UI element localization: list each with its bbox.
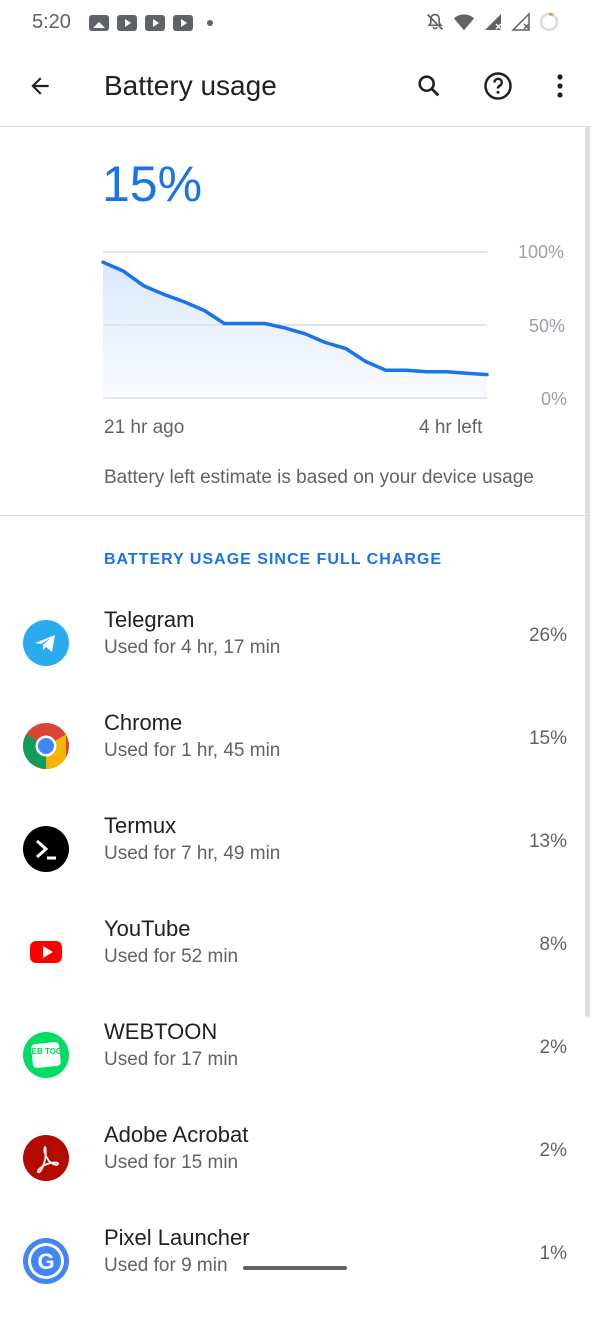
youtube-notification-icon xyxy=(173,15,193,31)
image-notification-icon xyxy=(89,15,109,31)
app-usage: Used for 9 min xyxy=(104,1255,228,1276)
status-time: 5:20 xyxy=(32,11,71,33)
app-usage: Used for 15 min xyxy=(104,1152,239,1173)
app-percent: 13% xyxy=(528,831,567,852)
app-usage: Used for 17 min xyxy=(104,1049,239,1070)
status-bar: 5:20 xyxy=(0,0,591,46)
battery-chart: 100% 50% 0% 21 hr ago 4 hr left xyxy=(0,236,591,438)
battery-estimate-text: Battery left estimate is based on your d… xyxy=(104,467,534,488)
more-vert-icon xyxy=(557,74,563,98)
chrome-icon xyxy=(23,723,69,769)
app-usage: Used for 52 min xyxy=(104,946,239,967)
app-bar: Battery usage xyxy=(0,46,591,127)
app-percent: 26% xyxy=(528,625,567,646)
scrollbar[interactable] xyxy=(585,127,590,1017)
page-title: Battery usage xyxy=(104,70,277,101)
signal-icon xyxy=(485,14,502,30)
help-button[interactable] xyxy=(478,66,518,106)
x-label-end: 4 hr left xyxy=(419,417,483,438)
back-button[interactable] xyxy=(20,66,60,106)
silent-bell-icon xyxy=(426,13,444,31)
telegram-icon xyxy=(23,620,69,666)
app-name: Pixel Launcher xyxy=(104,1225,250,1250)
section-header: BATTERY USAGE SINCE FULL CHARGE xyxy=(104,551,442,568)
app-name: WEBTOON xyxy=(104,1019,218,1044)
y-label-100: 100% xyxy=(518,242,565,262)
app-row-webtoon[interactable]: WEB TOON WEBTOON Used for 17 min 2% xyxy=(0,1009,585,1112)
app-name: YouTube xyxy=(104,916,191,941)
app-usage: Used for 7 hr, 49 min xyxy=(104,843,281,864)
more-notifications-icon xyxy=(207,20,213,26)
app-name: Termux xyxy=(104,813,177,838)
search-button[interactable] xyxy=(409,66,449,106)
app-name: Chrome xyxy=(104,710,183,735)
app-usage: Used for 4 hr, 17 min xyxy=(104,637,281,658)
signal-icon xyxy=(511,12,530,31)
battery-chart-plot xyxy=(101,251,489,399)
app-row-adobe-acrobat[interactable]: Adobe Acrobat Used for 15 min 2% xyxy=(0,1112,585,1215)
x-label-start: 21 hr ago xyxy=(104,417,185,438)
y-label-0: 0% xyxy=(541,389,568,409)
app-name: Telegram xyxy=(104,607,195,632)
help-icon xyxy=(484,72,512,100)
app-row-youtube[interactable]: YouTube Used for 52 min 8% xyxy=(0,906,585,1009)
y-label-50: 50% xyxy=(529,316,566,336)
search-icon xyxy=(418,75,440,97)
divider xyxy=(0,515,591,516)
wifi-icon xyxy=(453,14,475,31)
pixel-launcher-icon-text: G xyxy=(37,1249,54,1274)
app-name: Adobe Acrobat xyxy=(104,1122,249,1147)
pixel-launcher-icon: G xyxy=(23,1238,69,1284)
webtoon-icon-text: WEB TOON xyxy=(24,1047,68,1056)
app-row-chrome[interactable]: Chrome Used for 1 hr, 45 min 15% xyxy=(0,700,585,803)
app-percent: 15% xyxy=(528,728,567,749)
app-percent: 2% xyxy=(539,1037,567,1058)
acrobat-icon xyxy=(23,1135,69,1181)
back-arrow-icon xyxy=(31,77,49,95)
more-options-button[interactable] xyxy=(540,66,580,106)
app-percent: 2% xyxy=(539,1140,567,1161)
termux-icon xyxy=(23,826,69,872)
battery-percentage: 15% xyxy=(102,156,203,212)
youtube-notification-icon xyxy=(117,15,137,31)
app-percent: 8% xyxy=(539,934,567,955)
system-icons xyxy=(425,12,559,32)
app-row-telegram[interactable]: Telegram Used for 4 hr, 17 min 26% xyxy=(0,597,585,700)
gesture-nav-handle[interactable] xyxy=(243,1266,347,1270)
youtube-notification-icon xyxy=(145,15,165,31)
notification-icons xyxy=(89,14,213,32)
app-row-termux[interactable]: Termux Used for 7 hr, 49 min 13% xyxy=(0,803,585,906)
app-percent: 1% xyxy=(539,1243,567,1264)
battery-saver-icon xyxy=(539,12,559,32)
app-usage: Used for 1 hr, 45 min xyxy=(104,740,281,761)
webtoon-icon: WEB TOON xyxy=(23,1032,69,1078)
youtube-icon xyxy=(23,929,69,975)
